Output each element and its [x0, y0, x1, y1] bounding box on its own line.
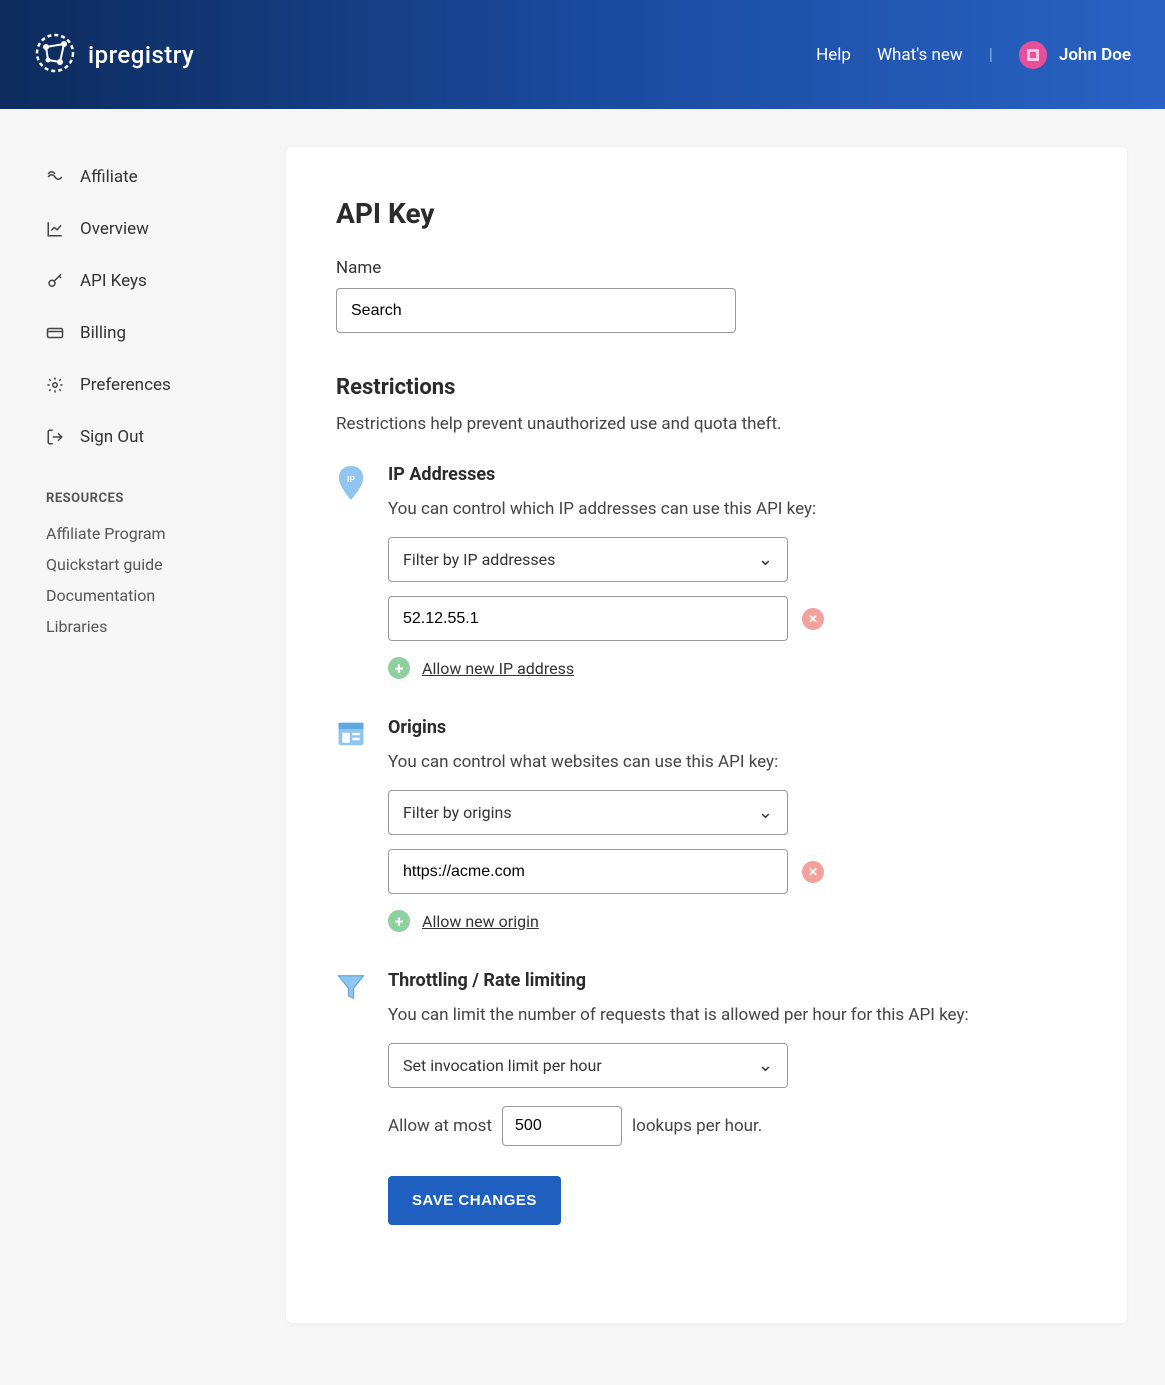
throttle-restriction-block: Throttling / Rate limiting You can limit… [336, 970, 1077, 1225]
restrictions-title: Restrictions [336, 375, 1077, 400]
origins-filter-select[interactable]: Filter by origins ⌄ [388, 790, 788, 835]
chart-icon [46, 220, 64, 238]
chevron-down-icon: ⌄ [758, 549, 773, 570]
sidebar-item-label: API Keys [80, 271, 147, 291]
sidebar-item-label: Overview [80, 219, 149, 239]
gear-icon [46, 376, 64, 394]
resource-quickstart[interactable]: Quickstart guide [46, 549, 286, 580]
resource-documentation[interactable]: Documentation [46, 580, 286, 611]
card-icon [46, 324, 64, 342]
name-label: Name [336, 258, 1077, 278]
sidebar: Affiliate Overview API Keys Billing Pref… [0, 109, 286, 1383]
origins-restriction-block: Origins You can control what websites ca… [336, 717, 1077, 932]
chevron-down-icon: ⌄ [758, 802, 773, 823]
chevron-down-icon: ⌄ [758, 1055, 773, 1076]
plus-icon: + [395, 659, 404, 678]
plus-icon: + [395, 912, 404, 931]
user-menu[interactable]: John Doe [1019, 41, 1131, 69]
remove-ip-button[interactable]: ✕ [802, 608, 824, 630]
save-button[interactable]: SAVE CHANGES [388, 1176, 561, 1225]
api-key-card: API Key Name Restrictions Restrictions h… [286, 147, 1127, 1323]
ip-entry-input[interactable] [388, 596, 788, 641]
pin-icon: IP [336, 466, 366, 496]
globe-icon [34, 32, 76, 78]
throttle-title: Throttling / Rate limiting [388, 970, 1077, 991]
brand-name: ipregistry [88, 41, 194, 69]
resource-libraries[interactable]: Libraries [46, 611, 286, 642]
throttle-desc: You can limit the number of requests tha… [388, 1005, 1077, 1025]
username: John Doe [1059, 45, 1131, 65]
add-origin-button[interactable]: + [388, 910, 410, 932]
page-title: API Key [336, 197, 1077, 230]
whatsnew-link[interactable]: What's new [877, 45, 963, 65]
resource-affiliate-program[interactable]: Affiliate Program [46, 518, 286, 549]
browser-icon [336, 719, 366, 749]
throttle-prefix: Allow at most [388, 1116, 492, 1136]
avatar [1019, 41, 1047, 69]
key-icon [46, 272, 64, 290]
logout-icon [46, 428, 64, 446]
add-origin-link[interactable]: Allow new origin [422, 912, 539, 931]
throttle-suffix: lookups per hour. [632, 1116, 762, 1136]
close-icon: ✕ [808, 612, 818, 626]
sidebar-item-apikeys[interactable]: API Keys [46, 255, 286, 307]
sidebar-item-label: Affiliate [80, 167, 138, 187]
origins-desc: You can control what websites can use th… [388, 752, 1077, 772]
app-header: ipregistry Help What's new | John Doe [0, 0, 1165, 109]
origins-filter-label: Filter by origins [403, 803, 512, 822]
resources-header: RESOURCES [46, 491, 286, 506]
throttle-select[interactable]: Set invocation limit per hour ⌄ [388, 1043, 788, 1088]
close-icon: ✕ [808, 865, 818, 879]
ip-desc: You can control which IP addresses can u… [388, 499, 1077, 519]
add-ip-link[interactable]: Allow new IP address [422, 659, 574, 678]
header-right: Help What's new | John Doe [816, 41, 1131, 69]
svg-text:IP: IP [347, 475, 355, 485]
sidebar-item-preferences[interactable]: Preferences [46, 359, 286, 411]
origins-title: Origins [388, 717, 1077, 738]
throttle-limit-input[interactable] [502, 1106, 622, 1146]
sidebar-item-overview[interactable]: Overview [46, 203, 286, 255]
ip-restriction-block: IP IP Addresses You can control which IP… [336, 464, 1077, 679]
header-divider: | [989, 45, 993, 65]
ip-filter-label: Filter by IP addresses [403, 550, 555, 569]
origin-entry-input[interactable] [388, 849, 788, 894]
ip-title: IP Addresses [388, 464, 1077, 485]
add-ip-button[interactable]: + [388, 657, 410, 679]
remove-origin-button[interactable]: ✕ [802, 861, 824, 883]
sidebar-item-label: Sign Out [80, 427, 144, 447]
logo[interactable]: ipregistry [34, 32, 194, 78]
sidebar-item-affiliate[interactable]: Affiliate [46, 151, 286, 203]
handshake-icon [46, 168, 64, 186]
funnel-icon [336, 972, 366, 1002]
sidebar-item-signout[interactable]: Sign Out [46, 411, 286, 463]
sidebar-item-label: Preferences [80, 375, 171, 395]
throttle-select-label: Set invocation limit per hour [403, 1056, 602, 1075]
sidebar-item-label: Billing [80, 323, 126, 343]
sidebar-item-billing[interactable]: Billing [46, 307, 286, 359]
restrictions-desc: Restrictions help prevent unauthorized u… [336, 414, 1077, 434]
help-link[interactable]: Help [816, 45, 851, 65]
name-input[interactable] [336, 288, 736, 333]
ip-filter-select[interactable]: Filter by IP addresses ⌄ [388, 537, 788, 582]
